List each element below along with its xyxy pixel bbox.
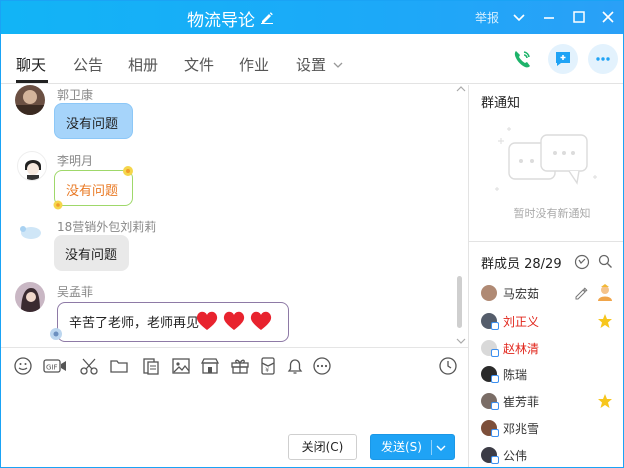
avatar[interactable] bbox=[15, 223, 43, 241]
window-title: 物流导论 bbox=[187, 11, 255, 31]
member-item[interactable]: 公伟 bbox=[481, 445, 623, 465]
tab-files[interactable]: 文件 bbox=[184, 54, 214, 75]
heart-emoji-icon bbox=[195, 309, 275, 337]
edit-icon[interactable] bbox=[574, 286, 588, 300]
sender-name: 郭卫康 bbox=[57, 88, 94, 102]
more-options-button[interactable] bbox=[588, 44, 618, 74]
tab-bar: 聊天 公告 相册 文件 作业 设置 bbox=[1, 34, 623, 84]
member-name: 邓兆雪 bbox=[503, 422, 540, 436]
device-badge-icon bbox=[491, 402, 499, 410]
gif-icon[interactable]: GIF bbox=[43, 356, 67, 376]
member-name: 马宏茹 bbox=[503, 287, 540, 301]
message-text: 辛苦了老师，老师再见 bbox=[69, 316, 200, 331]
tab-announcement[interactable]: 公告 bbox=[73, 54, 103, 75]
gift-icon[interactable] bbox=[230, 356, 250, 376]
title-bar: 物流导论 举报 bbox=[1, 1, 623, 34]
scroll-down-icon[interactable] bbox=[456, 337, 466, 345]
device-badge-icon bbox=[491, 429, 499, 437]
chevron-down-icon[interactable] bbox=[511, 9, 527, 25]
panel-divider bbox=[468, 85, 469, 467]
scroll-up-icon[interactable] bbox=[456, 85, 466, 93]
tab-chat[interactable]: 聊天 bbox=[16, 54, 46, 75]
avatar[interactable] bbox=[15, 282, 45, 312]
member-item[interactable]: 陈瑞 bbox=[481, 364, 623, 384]
member-item[interactable]: 赵林清 bbox=[481, 338, 623, 358]
settings-chevron-icon[interactable] bbox=[332, 59, 344, 71]
device-badge-icon bbox=[491, 349, 499, 357]
tab-settings[interactable]: 设置 bbox=[296, 54, 326, 75]
flower-decoration-icon bbox=[123, 166, 133, 176]
member-avatar bbox=[481, 285, 497, 301]
send-options-chevron-icon[interactable] bbox=[435, 442, 447, 454]
star-icon bbox=[598, 394, 612, 408]
flower-decoration-icon bbox=[53, 200, 63, 210]
tab-homework[interactable]: 作业 bbox=[239, 54, 269, 75]
new-message-button[interactable] bbox=[548, 44, 578, 74]
sender-name: 李明月 bbox=[57, 154, 94, 168]
sender-name: 18营销外包刘莉莉 bbox=[57, 220, 157, 234]
emoji-icon[interactable] bbox=[13, 356, 33, 376]
phone-call-icon[interactable] bbox=[507, 44, 537, 74]
maximize-icon[interactable] bbox=[571, 9, 587, 25]
scissors-icon[interactable] bbox=[79, 356, 99, 376]
active-tab-indicator bbox=[16, 80, 48, 83]
send-label: 发送(S) bbox=[381, 440, 422, 454]
star-icon bbox=[598, 314, 612, 328]
chat-window: 物流导论 举报 聊天 公告 相册 文件 作业 设置 郭卫康 没有问题 李明月 没… bbox=[0, 0, 624, 468]
device-badge-icon bbox=[491, 375, 499, 383]
search-icon[interactable] bbox=[598, 254, 613, 269]
member-item[interactable]: 刘正义 bbox=[481, 311, 623, 331]
close-button[interactable]: 关闭(C) bbox=[288, 434, 357, 460]
panel-section-divider bbox=[469, 241, 623, 242]
avatar[interactable] bbox=[17, 151, 47, 181]
red-packet-icon[interactable]: ¥ bbox=[258, 356, 278, 376]
svg-text:GIF: GIF bbox=[46, 364, 58, 372]
close-icon[interactable] bbox=[600, 9, 616, 25]
empty-notice-icon bbox=[495, 127, 597, 191]
image-icon[interactable] bbox=[171, 356, 191, 376]
message-bubble[interactable]: 没有问题 bbox=[54, 235, 129, 271]
send-button[interactable]: 发送(S) bbox=[370, 434, 455, 460]
edit-title-icon[interactable] bbox=[260, 10, 274, 24]
notice-title: 群通知 bbox=[481, 96, 521, 111]
add-message-icon bbox=[556, 52, 570, 66]
folder-icon[interactable] bbox=[109, 356, 129, 376]
member-name: 崔芳菲 bbox=[503, 395, 540, 409]
history-icon[interactable] bbox=[438, 356, 458, 376]
member-name: 公伟 bbox=[503, 449, 528, 463]
document-icon[interactable] bbox=[141, 356, 161, 376]
chat-message-area[interactable]: 郭卫康 没有问题 李明月 没有问题 18营销外包刘莉莉 没有问题 吴孟菲 辛苦了… bbox=[1, 85, 468, 347]
member-item[interactable]: 崔芳菲 bbox=[481, 391, 623, 411]
more-icon[interactable] bbox=[312, 356, 332, 376]
bubble-decoration-icon bbox=[50, 328, 62, 340]
tab-album[interactable]: 相册 bbox=[128, 54, 158, 75]
minimize-icon[interactable] bbox=[541, 9, 557, 25]
send-divider bbox=[431, 440, 432, 455]
message-bubble[interactable]: 没有问题 bbox=[54, 103, 133, 139]
member-name: 刘正义 bbox=[503, 315, 540, 329]
member-name: 陈瑞 bbox=[503, 368, 528, 382]
group-owner-icon bbox=[598, 284, 612, 301]
members-title: 群成员 28/29 bbox=[481, 257, 562, 272]
member-item[interactable]: 邓兆雪 bbox=[481, 418, 623, 438]
device-badge-icon bbox=[491, 322, 499, 330]
input-toolbar: GIF ¥ bbox=[1, 347, 468, 383]
svg-text:¥: ¥ bbox=[265, 367, 269, 374]
chat-scrollbar[interactable] bbox=[457, 276, 462, 328]
report-link[interactable]: 举报 bbox=[475, 9, 499, 26]
member-name: 赵林清 bbox=[503, 342, 540, 356]
member-item[interactable]: 马宏茹 bbox=[481, 283, 623, 303]
shop-icon[interactable] bbox=[200, 356, 220, 376]
more-dots-icon bbox=[596, 57, 610, 61]
avatar[interactable] bbox=[15, 85, 45, 115]
device-badge-icon bbox=[491, 456, 499, 464]
bell-icon[interactable] bbox=[285, 356, 305, 376]
sender-name: 吴孟菲 bbox=[57, 285, 94, 299]
message-bubble[interactable]: 辛苦了老师，老师再见 bbox=[57, 302, 289, 342]
empty-notice-text: 暂时没有新通知 bbox=[513, 207, 591, 220]
member-search-settings-icon[interactable] bbox=[574, 254, 590, 270]
